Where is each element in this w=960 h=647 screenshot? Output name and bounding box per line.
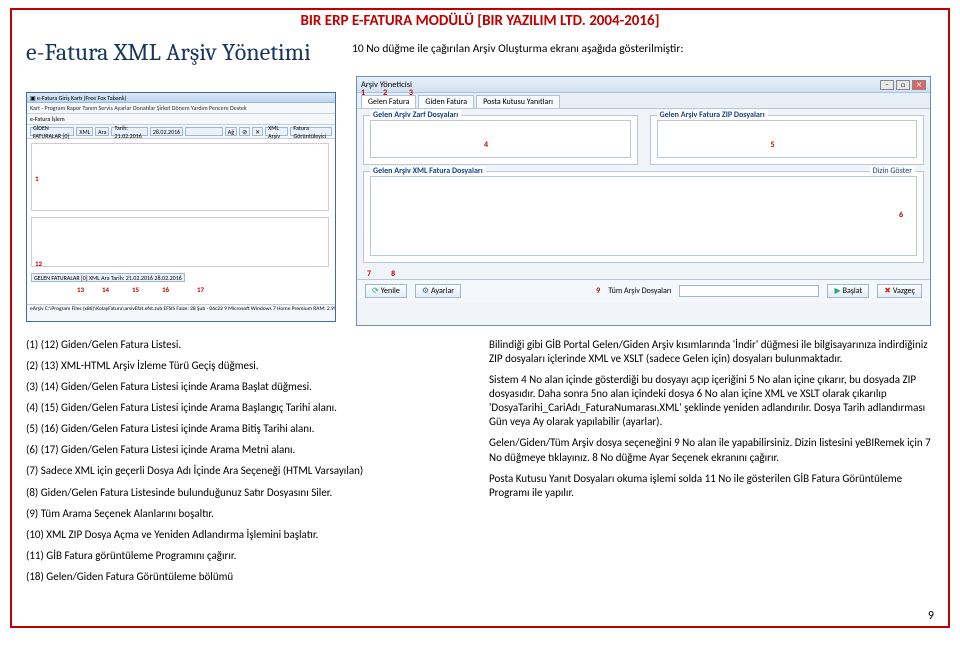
list-zip[interactable] [657,120,918,158]
refresh-button[interactable]: ⟳ Yenile [365,284,407,298]
play-icon: ▶ [834,286,840,296]
cancel-label: Vazgeç [893,286,915,296]
left-menu[interactable]: Kart - Program Rapor Tanım Servis Ayarla… [27,103,335,114]
col-right: Bilindiği gibi GİB Portal Gelen/Giden Ar… [489,338,934,591]
tb-date2[interactable]: 28.02.2016 [150,127,183,136]
group-zarf-label: Gelen Arşiv Zarf Dosyaları [370,110,461,120]
left-titlebar: ▣ e-Fatura Giriş Kartı (Free Fox Tabanlı… [27,93,335,103]
ln-12: 12 [35,259,42,268]
page-number: 9 [928,609,934,623]
rn-8: 8 [391,269,395,279]
combo-label: Tüm Arşiv Dosyaları [608,286,671,296]
left-toolbar2: GELEN FATURALAR [0] XML Ara Tarih: 21.02… [31,273,329,282]
ln-1: 1 [35,174,39,183]
l-p5: (5) (16) Giden/Gelen Fatura Listesi için… [26,422,471,436]
settings-button[interactable]: ⚙ Ayarlar [415,284,461,298]
tab-giden[interactable]: Giden Fatura [418,95,474,108]
window-icon: ▣ [30,94,36,102]
group-zip-label: Gelen Arşiv Fatura ZIP Dosyaları [657,110,768,120]
start-label: Başlat [843,286,863,296]
right-nums-78: 7 8 [357,269,930,279]
screenshots-row: ▣ e-Fatura Giriş Kartı (Free Fox Tabanlı… [26,72,934,332]
close-icon[interactable]: ✕ [912,80,926,90]
refresh-label: Yenile [381,286,400,296]
left-tabstrip[interactable]: e-Fatura İşlem [27,114,335,125]
group-xml: Gelen Arşiv XML Fatura Dosyaları Dizin G… [363,171,924,263]
grid-top[interactable] [31,143,329,211]
rn-5: 5 [771,140,775,150]
group-zarf: Gelen Arşiv Zarf Dosyaları 4 [363,115,638,165]
tab-gelen[interactable]: Gelen Fatura [361,95,416,108]
right-titlebar: Arşiv Yöneticisi – □ ✕ [357,77,930,93]
dizin-link[interactable]: Dizin Göster [870,166,915,176]
l-p4: (4) (15) Giden/Gelen Fatura Listesi için… [26,401,471,415]
header-band: BIR ERP E-FATURA MODÜLÜ [BIR YAZILIM LTD… [26,10,934,34]
group-xml-label: Gelen Arşiv XML Fatura Dosyaları [370,166,486,176]
tb-date1[interactable]: Tarih: 21.02.2016 [111,127,147,136]
ln-14: 14 [102,285,109,294]
archive-combo[interactable] [679,285,819,297]
rn-6: 6 [899,210,903,220]
settings-label: Ayarlar [431,286,454,296]
l-p9: (9) Tüm Arama Seçenek Alanlarını boşaltı… [26,507,471,521]
tab-posta[interactable]: Posta Kutusu Yanıtları [476,95,560,108]
l-p7: (7) Sadece XML için geçerli Dosya Adı İç… [26,464,471,478]
tb-giden[interactable]: GİDEN FATURALAR [0] [30,127,74,136]
window-controls: – □ ✕ [880,80,926,90]
refresh-icon: ⟳ [372,286,379,296]
cancel-icon: ✖ [884,286,891,296]
right-tabs: 1 2 3 Gelen Fatura Giden Fatura Posta Ku… [357,93,930,109]
right-footer: ⟳ Yenile ⚙ Ayarlar 9 Tüm Arşiv Dosyaları… [357,279,930,302]
tb-clear[interactable]: ✕ [252,127,263,136]
left-body: 1 18 12 GELEN FATURALAR [0] XML Ara Tari… [27,139,335,304]
r-p1: Bilindiği gibi GİB Portal Gelen/Giden Ar… [489,338,934,366]
max-icon[interactable]: □ [896,80,910,90]
l-p3: (3) (14) Giden/Gelen Fatura Listesi için… [26,380,471,394]
screenshot-left: ▣ e-Fatura Giriş Kartı (Free Fox Tabanlı… [26,92,336,322]
ln-15: 15 [132,285,139,294]
l-p1: (1) (12) Giden/Gelen Fatura Listesi. [26,338,471,352]
col-left: (1) (12) Giden/Gelen Fatura Listesi. (2)… [26,338,471,591]
tb-viewer[interactable]: Fatura Görüntüleyici [290,127,332,136]
grid-mid[interactable] [31,217,329,267]
right-row1: Gelen Arşiv Zarf Dosyaları 4 Gelen Arşiv… [357,109,930,171]
tb-xml[interactable]: XML [76,127,93,136]
gear-icon: ⚙ [422,286,429,296]
tb-del[interactable]: ⊘ [239,127,250,136]
tb-arsiv[interactable]: XML Arşiv [265,127,288,136]
l-p11: (11) GİB Fatura görüntüleme Programını ç… [26,549,471,563]
page-frame: BIR ERP E-FATURA MODÜLÜ [BIR YAZILIM LTD… [10,8,950,628]
l-p10: (10) XML ZIP Dosya Açma ve Yeniden Adlan… [26,528,471,542]
list-zarf[interactable] [370,120,631,158]
tb-search[interactable] [185,127,223,136]
l-p8: (8) Giden/Gelen Fatura Listesinde bulund… [26,486,471,500]
intro-text: 10 No düğme ile çağırılan Arşiv Oluşturm… [352,42,922,56]
tb2-gelen[interactable]: GELEN FATURALAR [0] XML Ara Tarih: 21.02… [31,273,185,282]
rn-4: 4 [484,140,488,150]
rn-7: 7 [367,269,371,279]
start-button[interactable]: ▶ Başlat [827,284,869,298]
ln-17: 17 [197,285,204,294]
tb-ara[interactable]: Ara [95,127,109,136]
list-xml[interactable] [370,176,917,256]
left-win-title: e-Fatura Giriş Kartı (Free Fox Tabanlı) [37,94,126,102]
r-p4: Posta Kutusu Yanıt Dosyaları okuma işlem… [489,472,934,500]
min-icon[interactable]: – [880,80,894,90]
l-p2: (2) (13) XML-HTML Arşiv İzleme Türü Geçi… [26,359,471,373]
left-toolbar: GİDEN FATURALAR [0] XML Ara Tarih: 21.02… [27,125,335,139]
text-columns: (1) (12) Giden/Gelen Fatura Listesi. (2)… [26,338,934,591]
screenshot-right: Arşiv Yöneticisi – □ ✕ 1 2 3 Gelen Fatur… [356,76,931,326]
l-p12: (18) Gelen/Giden Fatura Görüntüleme bölü… [26,570,471,584]
left-statusbar: eArşiv C:\Program Files (x86)\KolayFatur… [27,304,335,313]
cancel-button[interactable]: ✖ Vazgeç [877,284,922,298]
ln-13: 13 [77,285,84,294]
l-p6: (6) (17) Giden/Gelen Fatura Listesi için… [26,443,471,457]
tb-ag[interactable]: Ağ [225,127,237,136]
rn-9: 9 [596,286,600,296]
r-p2: Sistem 4 No alan içinde gösterdiği bu do… [489,373,934,429]
group-zip: Gelen Arşiv Fatura ZIP Dosyaları 5 [650,115,925,165]
r-p3: Gelen/Giden/Tüm Arşiv dosya seçeneğini 9… [489,436,934,464]
ln-16: 16 [162,285,169,294]
